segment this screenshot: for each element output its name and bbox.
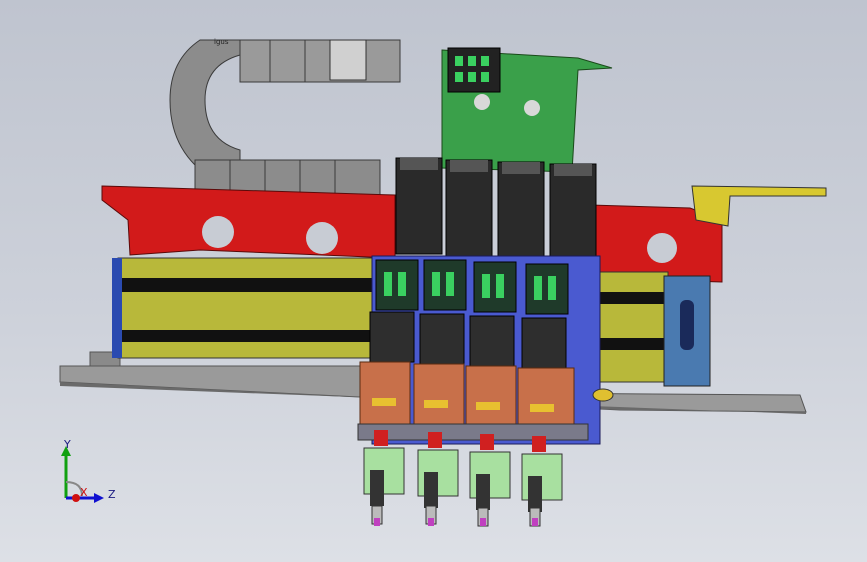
x-axis-dot: [72, 494, 80, 502]
frame-hole-1: [202, 216, 234, 248]
connector-block: [447, 47, 501, 93]
coupling-row: [359, 361, 575, 433]
pcb-hole-2: [524, 100, 540, 116]
frame-hole-2: [306, 222, 338, 254]
side-fitting: [592, 388, 614, 402]
pcb-hole-1: [474, 94, 490, 110]
linear-actuator-right: [587, 271, 711, 387]
coupling-base: [357, 423, 589, 441]
cad-viewport[interactable]: igus Y Z X: [0, 0, 867, 562]
side-bracket: [691, 185, 827, 227]
y-axis-label: Y: [64, 438, 71, 451]
linear-actuator-left: [112, 257, 377, 359]
z-axis-head: [94, 493, 104, 503]
red-frame: [101, 185, 396, 259]
coordinate-triad: Y Z X: [52, 438, 122, 508]
assembly-model[interactable]: igus: [0, 0, 867, 562]
cable-chain-label: igus: [214, 38, 229, 46]
x-axis-label: X: [80, 486, 88, 499]
z-axis-label: Z: [108, 488, 116, 501]
cable-chain: [169, 39, 401, 197]
frame-hole-3: [647, 233, 677, 263]
